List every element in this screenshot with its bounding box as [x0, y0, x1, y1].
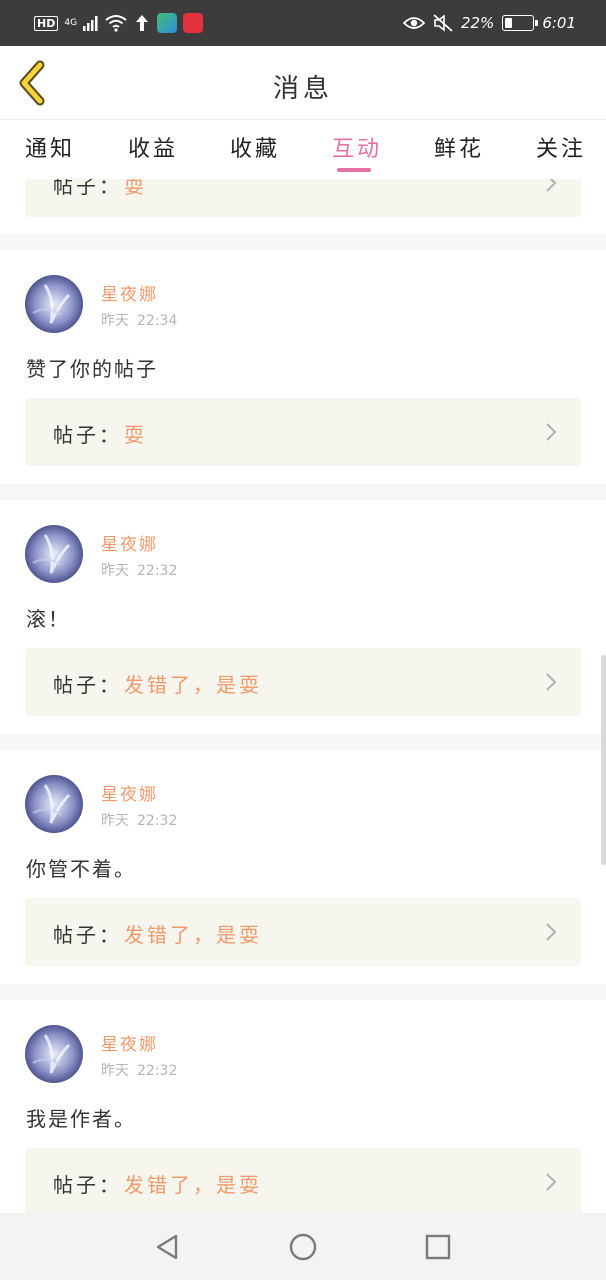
timestamp: 昨天 22:34: [101, 310, 177, 330]
post-title: 发错了，是耍: [124, 1173, 262, 1197]
avatar[interactable]: [25, 775, 83, 833]
tab-bar: 通知 收益 收藏 互动 鲜花 关注: [0, 121, 606, 179]
timestamp-day: 昨天: [101, 563, 129, 579]
system-nav-bar: [0, 1213, 606, 1280]
mute-icon: [433, 14, 453, 32]
post-label: 帖子：: [53, 179, 122, 198]
chevron-right-icon: [546, 923, 557, 941]
username[interactable]: 星夜娜: [101, 280, 158, 305]
tab-interaction[interactable]: 互动: [332, 131, 382, 163]
recents-square-icon[interactable]: [422, 1231, 454, 1263]
avatar-image: [25, 775, 83, 833]
post-label: 帖子：: [53, 923, 122, 947]
tab-favorites[interactable]: 收藏: [230, 131, 280, 163]
post-card[interactable]: 帖子： 耍: [25, 398, 581, 466]
news-app-icon: [183, 13, 204, 33]
divider: [0, 484, 606, 500]
list-item: 星夜娜 昨天 22:34 赞了你的帖子 帖子： 耍: [0, 250, 606, 484]
clock: 6:01: [542, 14, 576, 32]
chevron-right-icon: [546, 179, 557, 192]
timestamp-time: 22:34: [137, 313, 178, 329]
post-label: 帖子：: [53, 673, 122, 697]
post-card[interactable]: 帖子： 发错了，是耍: [25, 648, 581, 716]
message-text: 赞了你的帖子: [26, 357, 158, 381]
timestamp: 昨天 22:32: [101, 810, 177, 830]
page-title: 消息: [272, 74, 333, 104]
avatar[interactable]: [25, 1025, 83, 1083]
active-tab-indicator: [337, 168, 371, 172]
battery-icon: [502, 15, 539, 31]
username[interactable]: 星夜娜: [101, 1030, 158, 1055]
timestamp-time: 22:32: [137, 813, 178, 829]
divider: [0, 984, 606, 1000]
chevron-right-icon: [546, 423, 557, 441]
tab-flowers[interactable]: 鲜花: [434, 131, 484, 163]
avatar-image: [25, 275, 83, 333]
wifi-icon: [105, 15, 127, 32]
username[interactable]: 星夜娜: [101, 530, 158, 555]
network-type: 4G: [64, 18, 78, 28]
avatar[interactable]: [25, 525, 83, 583]
header-bar: 消息: [0, 46, 606, 120]
username[interactable]: 星夜娜: [101, 780, 158, 805]
post-title: 发错了，是耍: [124, 673, 262, 697]
post-label: 帖子：: [53, 423, 122, 447]
post-card[interactable]: 帖子： 发错了，是耍: [25, 898, 581, 966]
post-title: 发错了，是耍: [124, 923, 262, 947]
message-text: 我是作者。: [26, 1107, 136, 1131]
timestamp-day: 昨天: [101, 813, 129, 829]
hd-badge: HD: [34, 15, 59, 31]
list-item: 星夜娜 昨天 22:32 滚！ 帖子： 发错了，是耍: [0, 500, 606, 734]
chevron-right-icon: [546, 673, 557, 691]
timestamp: 昨天 22:32: [101, 1060, 177, 1080]
usb-icon: [136, 15, 149, 31]
status-bar: HD 4G 22% 6:01: [0, 0, 606, 46]
timestamp-time: 22:32: [137, 1063, 178, 1079]
tab-earnings[interactable]: 收益: [128, 131, 178, 163]
video-app-icon: [157, 13, 178, 33]
timestamp-day: 昨天: [101, 1063, 129, 1079]
post-card[interactable]: 帖子： 发错了，是耍: [25, 1148, 581, 1213]
message-list[interactable]: 帖子： 耍 星夜娜 昨天 22:34 赞了你的帖子 帖子： 耍 星夜娜 昨天 2…: [0, 179, 606, 1213]
timestamp-time: 22:32: [137, 563, 178, 579]
battery-percent: 22%: [460, 14, 495, 32]
chevron-right-icon: [546, 1173, 557, 1191]
list-item: 星夜娜 昨天 22:32 我是作者。 帖子： 发错了，是耍: [0, 1000, 606, 1213]
post-label: 帖子：: [53, 1173, 122, 1197]
status-left: HD 4G: [34, 13, 204, 33]
list-item: 星夜娜 昨天 22:32 你管不着。 帖子： 发错了，是耍: [0, 750, 606, 984]
message-text: 滚！: [26, 607, 70, 631]
message-text: 你管不着。: [26, 857, 136, 881]
avatar-image: [25, 525, 83, 583]
back-triangle-icon[interactable]: [152, 1231, 184, 1263]
eye-icon: [402, 17, 425, 29]
avatar-image: [25, 1025, 83, 1083]
signal-icon: [83, 16, 98, 31]
battery-fill: [505, 18, 512, 28]
post-card[interactable]: 帖子： 耍: [25, 179, 581, 217]
timestamp: 昨天 22:32: [101, 560, 177, 580]
timestamp-day: 昨天: [101, 313, 129, 329]
scrollbar[interactable]: [601, 655, 606, 865]
status-right: 22% 6:01: [402, 14, 576, 32]
post-title: 耍: [124, 423, 147, 447]
tab-notification[interactable]: 通知: [25, 131, 75, 163]
home-circle-icon[interactable]: [287, 1231, 319, 1263]
divider: [0, 234, 606, 250]
post-title: 耍: [124, 179, 147, 198]
avatar[interactable]: [25, 275, 83, 333]
tab-following[interactable]: 关注: [536, 131, 586, 163]
divider: [0, 734, 606, 750]
